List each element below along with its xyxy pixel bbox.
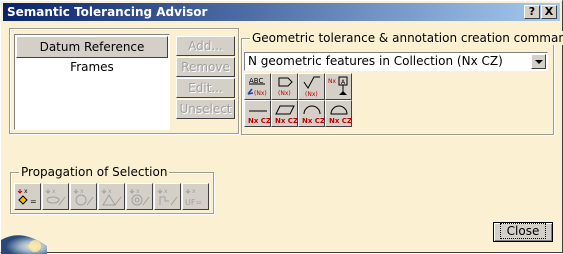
svg-text:x: x: [192, 188, 196, 195]
flag-note-icon[interactable]: (Nx): [271, 73, 298, 100]
selected-option: N geometric features in Collection (Nx C…: [248, 54, 503, 68]
svg-text:x: x: [136, 188, 140, 195]
propagate-plane-icon[interactable]: x: [42, 183, 69, 210]
semantic-tolerancing-advisor-dialog: Semantic Tolerancing Advisor ? X Datum R…: [0, 0, 563, 254]
straightness-icon[interactable]: Nx CZ: [244, 100, 271, 127]
title-bar[interactable]: Semantic Tolerancing Advisor ? X: [3, 3, 560, 21]
svg-text:(Nx): (Nx): [305, 91, 318, 98]
propagate-uf-icon[interactable]: x UF=: [182, 183, 209, 210]
svg-text:(Nx): (Nx): [278, 90, 291, 97]
svg-text:x: x: [80, 188, 84, 195]
remove-button[interactable]: Remove: [176, 57, 235, 77]
close-button[interactable]: Close: [493, 222, 553, 242]
propagate-circle-icon[interactable]: x: [70, 183, 97, 210]
svg-text:x: x: [108, 188, 112, 195]
edit-button[interactable]: Edit...: [176, 78, 235, 98]
svg-text:Nx: Nx: [328, 78, 336, 85]
propagate-point-icon[interactable]: x =: [14, 183, 41, 210]
text-with-reference-icon[interactable]: ABC (Nx): [244, 73, 271, 100]
flatness-icon[interactable]: Nx CZ: [271, 100, 298, 127]
svg-text:x: x: [164, 188, 168, 195]
add-button[interactable]: Add...: [176, 36, 235, 56]
profile-of-surface-icon[interactable]: Nx CZ: [325, 100, 352, 127]
unselect-button[interactable]: Unselect: [176, 99, 235, 119]
close-window-button[interactable]: X: [541, 5, 557, 19]
window-title: Semantic Tolerancing Advisor: [7, 5, 208, 19]
help-button[interactable]: ?: [524, 5, 540, 19]
svg-text:=: =: [30, 197, 37, 206]
datum-reference-frames-list[interactable]: Datum Reference Frames: [14, 34, 170, 130]
close-button-label: Close: [499, 223, 547, 239]
datum-reference-frames-header[interactable]: Datum Reference Frames: [16, 36, 168, 74]
commands-group-label: Geometric tolerance & annotation creatio…: [250, 31, 563, 45]
svg-text:Nx CZ: Nx CZ: [302, 117, 324, 125]
propagate-chain-icon[interactable]: x: [154, 183, 181, 210]
datum-target-icon[interactable]: Nx A: [325, 73, 352, 100]
svg-text:Nx CZ: Nx CZ: [248, 117, 270, 125]
svg-text:x: x: [24, 188, 28, 195]
svg-text:(Nx): (Nx): [254, 90, 267, 97]
propagation-group-label: Propagation of Selection: [19, 165, 170, 179]
profile-of-line-icon[interactable]: Nx CZ: [298, 100, 325, 127]
svg-text:Nx CZ: Nx CZ: [329, 117, 351, 125]
svg-text:Nx CZ: Nx CZ: [275, 117, 297, 125]
app-logo-icon: [1, 235, 47, 254]
svg-text:UF=: UF=: [185, 198, 202, 207]
geometric-features-select[interactable]: N geometric features in Collection (Nx C…: [244, 52, 548, 71]
propagate-circular-pattern-icon[interactable]: x: [126, 183, 153, 210]
chevron-down-icon[interactable]: [531, 54, 546, 69]
propagate-triangle-icon[interactable]: x: [98, 183, 125, 210]
svg-text:x: x: [52, 188, 56, 195]
roughness-note-icon[interactable]: (Nx): [298, 73, 325, 100]
